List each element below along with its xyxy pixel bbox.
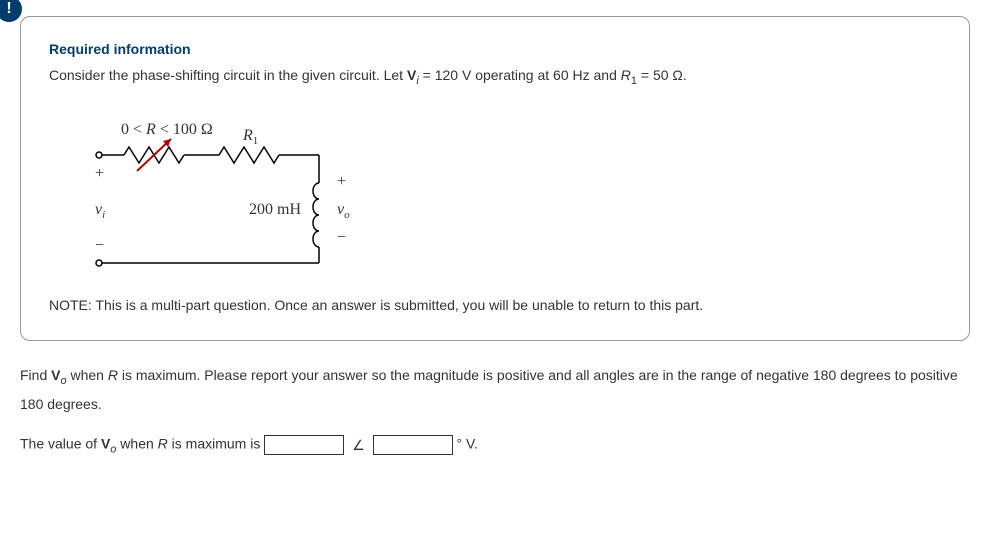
req-text-2: = 120 V operating at 60 Hz and	[419, 67, 621, 83]
vo-sub2: o	[344, 209, 350, 221]
unit-label: ° V.	[456, 436, 477, 452]
magnitude-input[interactable]	[264, 435, 344, 455]
required-title: Required information	[49, 41, 941, 57]
r1-var: R	[621, 67, 631, 83]
ans-mid: when	[116, 436, 157, 452]
r1-label: R1	[243, 127, 258, 147]
angle-input[interactable]	[373, 435, 453, 455]
required-text: Consider the phase-shifting circuit in t…	[49, 65, 941, 89]
inductor-value: 200 mH	[249, 201, 301, 219]
r-range-post: < 100 Ω	[156, 121, 213, 138]
circuit-diagram: 0 < R < 100 Ω R1 200 mH + vi − + vo −	[49, 113, 369, 283]
angle-symbol: ∠	[352, 437, 365, 454]
vo-label: vo	[337, 201, 350, 221]
vo-plus: +	[337, 173, 346, 191]
ans-vo-bold: V	[101, 436, 110, 452]
vi-minus: −	[95, 237, 104, 255]
ans-r: R	[158, 436, 168, 452]
vi-symbol: V	[407, 67, 416, 83]
q-r: R	[108, 367, 118, 383]
r1-label-sub: 1	[253, 135, 259, 147]
req-text-3: = 50 Ω.	[637, 67, 687, 83]
ans-post: is maximum is	[168, 436, 264, 452]
req-text-1: Consider the phase-shifting circuit in t…	[49, 67, 407, 83]
question-text: Find Vo when R is maximum. Please report…	[20, 363, 970, 417]
q-mid: when	[67, 367, 108, 383]
r-range-var: R	[146, 121, 156, 138]
r-range-label: 0 < R < 100 Ω	[121, 121, 213, 139]
vo-minus: −	[337, 229, 346, 247]
answer-line: The value of Vo when R is maximum is ∠ °…	[20, 435, 970, 456]
vi-plus: +	[95, 165, 104, 183]
ans-pre: The value of	[20, 436, 101, 452]
required-info-box: Required information Consider the phase-…	[20, 16, 970, 341]
r1-label-var: R	[243, 127, 253, 144]
alert-icon: !	[6, 0, 11, 18]
vi-label: vi	[95, 201, 105, 221]
q-post: is maximum. Please report your answer so…	[20, 367, 958, 412]
q-pre: Find	[20, 367, 51, 383]
r-range-pre: 0 <	[121, 121, 146, 138]
alert-badge: !	[0, 0, 22, 22]
vi-sub2: i	[102, 209, 105, 221]
note-text: NOTE: This is a multi-part question. Onc…	[49, 295, 941, 316]
